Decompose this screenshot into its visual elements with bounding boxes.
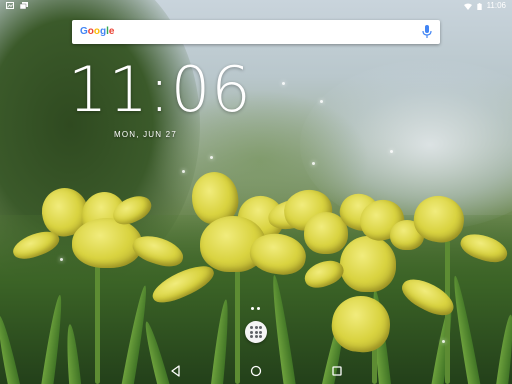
google-logo: Google — [80, 26, 115, 37]
home-icon[interactable] — [250, 365, 262, 377]
status-bar-clock: 11:06 — [486, 1, 506, 10]
battery-icon — [476, 2, 482, 10]
screenshot-icon — [6, 2, 14, 9]
sparkle — [390, 150, 393, 153]
sparkle — [182, 170, 185, 173]
wifi-icon — [463, 3, 472, 10]
clock-widget[interactable]: 11:06 MON, JUN 27 — [68, 53, 268, 140]
files-icon — [20, 2, 28, 9]
recents-icon[interactable] — [331, 365, 343, 377]
sparkle — [320, 100, 323, 103]
page-indicator — [251, 307, 260, 310]
page-dot — [251, 307, 254, 310]
sparkle — [60, 258, 63, 261]
sparkle — [282, 82, 285, 85]
status-bar: 11:06 — [0, 0, 512, 12]
mic-icon[interactable] — [422, 25, 432, 39]
page-dot — [257, 307, 260, 310]
iris-flower — [350, 192, 512, 276]
back-icon[interactable] — [170, 365, 182, 377]
apps-grid-icon — [250, 326, 262, 338]
notification-icons — [6, 2, 28, 9]
clock-time: 11:06 — [68, 53, 252, 126]
system-icons: 11:06 — [463, 1, 506, 11]
google-search-bar[interactable]: Google — [72, 20, 440, 44]
sparkle — [312, 162, 315, 165]
navigation-bar — [0, 358, 512, 384]
app-drawer-button[interactable] — [245, 321, 267, 343]
sparkle — [442, 340, 445, 343]
sparkle — [210, 156, 213, 159]
clock-date: MON, JUN 27 — [114, 130, 177, 139]
